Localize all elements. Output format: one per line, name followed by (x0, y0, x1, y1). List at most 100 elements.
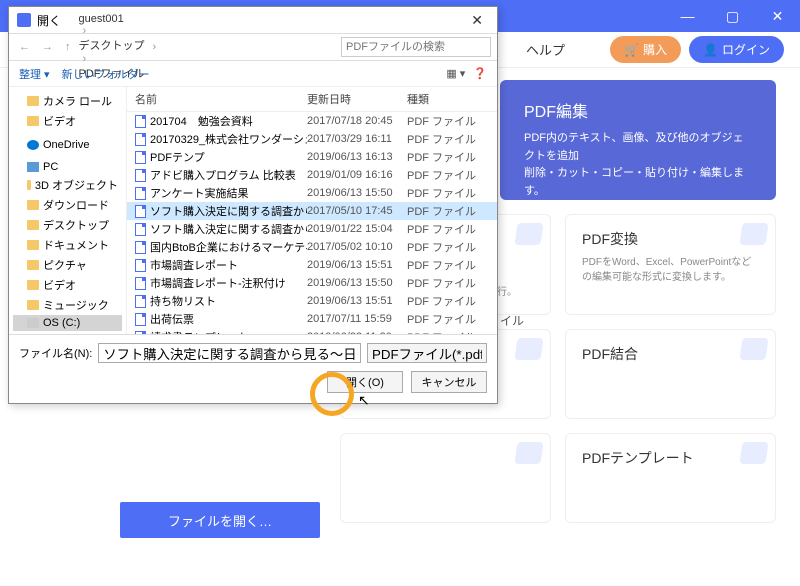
col-type[interactable]: 種類 (407, 91, 497, 107)
pdf-file-icon (135, 187, 146, 200)
feature-card[interactable]: PDFテンプレート (565, 433, 776, 523)
pdf-file-icon (135, 241, 146, 254)
close-button[interactable]: ✕ (755, 0, 800, 32)
feature-card[interactable]: PDF結合 (565, 329, 776, 419)
folder-icon (27, 116, 39, 126)
buy-button[interactable]: 🛒購入 (610, 36, 681, 63)
filename-label: ファイル名(N): (19, 345, 92, 361)
breadcrumb[interactable]: デスクトップ (79, 37, 145, 53)
tree-label: ダウンロード (43, 197, 109, 213)
pdf-file-icon (135, 151, 146, 164)
file-row[interactable]: 持ち物リスト 2019/06/13 15:51 PDF ファイル (127, 292, 497, 310)
file-row[interactable]: ソフト購入決定に関する調査から見る～… 2019/01/22 15:04 PDF… (127, 220, 497, 238)
file-type: PDF ファイル (407, 293, 497, 309)
address-bar[interactable]: ← → ↑ guest001›デスクトップ›PDFファイル › (9, 33, 497, 61)
breadcrumb[interactable]: guest001 (79, 13, 145, 25)
file-name: 201704 勉強会資料 (150, 113, 253, 129)
tree-item[interactable]: ビデオ (13, 111, 122, 131)
file-date: 2019/01/09 16:16 (307, 169, 407, 181)
file-date: 2019/06/13 16:13 (307, 151, 407, 163)
open-button[interactable]: 開く(O) (327, 371, 403, 393)
card-title: PDF結合 (582, 344, 759, 364)
hero-desc2: 削除・カット・コピー・貼り付け・編集します。 (524, 165, 752, 200)
file-name: 国内BtoB企業におけるマーケティング活… (150, 239, 307, 255)
file-type: PDF ファイル (407, 149, 497, 165)
tree-label: OneDrive (43, 139, 89, 151)
file-name: アドビ購入プログラム 比較表 (150, 167, 296, 183)
tree-item[interactable]: ダウンロード (13, 195, 122, 215)
file-type: PDF ファイル (407, 113, 497, 129)
card-icon (739, 338, 768, 360)
file-row[interactable]: 201704 勉強会資料 2017/07/18 20:45 PDF ファイル (127, 112, 497, 130)
file-date: 2019/06/13 15:50 (307, 187, 407, 199)
col-name[interactable]: 名前 (127, 91, 307, 107)
login-button[interactable]: 👤ログイン (689, 36, 784, 63)
organize-menu[interactable]: 整理 ▾ (19, 66, 50, 82)
tree-item[interactable]: ドキュメント (13, 235, 122, 255)
card-icon (739, 442, 768, 464)
new-folder-button[interactable]: 新しいフォルダー (62, 66, 150, 82)
nav-tree[interactable]: カメラ ロール ビデオ OneDrive PC 3D オブジェクト ダウンロード… (9, 87, 127, 334)
tree-item[interactable]: OneDrive (13, 137, 122, 153)
app-icon (17, 13, 31, 27)
hero-panel: PDF編集 PDF内のテキスト、画像、及び他のオブジェクトを追加 削除・カット・… (500, 80, 776, 200)
tree-item[interactable]: 3D オブジェクト (13, 175, 122, 195)
card-desc: PDFをWord、Excel、PowerPointなどの編集可能な形式に変換しま… (582, 255, 759, 285)
file-row[interactable]: PDFテンプ 2019/06/13 16:13 PDF ファイル (127, 148, 497, 166)
file-row[interactable]: 市場調査レポート-注釈付け 2019/06/13 15:50 PDF ファイル (127, 274, 497, 292)
file-row[interactable]: 20170329_株式会社ワンダーシェアーソ… 2017/03/29 16:11… (127, 130, 497, 148)
file-name: 出荷伝票 (150, 311, 194, 327)
help-menu[interactable]: ヘルプ (526, 40, 565, 59)
forward-icon[interactable]: → (38, 41, 57, 53)
file-row[interactable]: 国内BtoB企業におけるマーケティング活… 2017/05/02 10:10 P… (127, 238, 497, 256)
filetype-select[interactable] (367, 343, 487, 363)
tree-item[interactable]: ピクチャ (13, 255, 122, 275)
tree-label: OS (C:) (43, 317, 80, 329)
tree-item[interactable]: ミュージック (13, 295, 122, 315)
file-type: PDF ファイル (407, 203, 497, 219)
card-icon (514, 442, 543, 464)
file-row[interactable]: アドビ購入プログラム 比較表 2019/01/09 16:16 PDF ファイル (127, 166, 497, 184)
tree-item[interactable]: OS (C:) (13, 315, 122, 331)
pdf-file-icon (135, 313, 146, 326)
file-type: PDF ファイル (407, 185, 497, 201)
tree-item[interactable]: デスクトップ (13, 215, 122, 235)
file-open-dialog: 開く ✕ ← → ↑ guest001›デスクトップ›PDFファイル › 整理 … (8, 6, 498, 404)
feature-card[interactable] (340, 433, 551, 523)
file-row[interactable]: ソフト購入決定に関する調査から見る～… 2017/05/10 17:45 PDF… (127, 202, 497, 220)
file-name: アンケート実施結果 (150, 185, 249, 201)
up-icon[interactable]: ↑ (61, 41, 75, 53)
card-icon (739, 223, 768, 245)
pdf-file-icon (135, 259, 146, 272)
view-menu[interactable]: ▦ ▾ (446, 67, 465, 80)
file-row[interactable]: 出荷伝票 2017/07/11 15:59 PDF ファイル (127, 310, 497, 328)
back-icon[interactable]: ← (15, 41, 34, 53)
dialog-close-button[interactable]: ✕ (465, 12, 489, 29)
tree-label: PC (43, 161, 58, 173)
open-file-button[interactable]: ファイルを開く… (120, 502, 320, 538)
search-input[interactable] (341, 37, 491, 57)
tree-item[interactable]: カメラ ロール (13, 91, 122, 111)
pc-icon (27, 162, 39, 172)
maximize-button[interactable]: ▢ (710, 0, 755, 32)
file-list[interactable]: 名前 更新日時 種類 201704 勉強会資料 2017/07/18 20:45… (127, 87, 497, 334)
minimize-button[interactable]: — (665, 0, 710, 32)
tree-item[interactable]: PC (13, 159, 122, 175)
file-row[interactable]: 市場調査レポート 2019/06/13 15:51 PDF ファイル (127, 256, 497, 274)
help-icon[interactable]: ❓ (473, 67, 487, 80)
cancel-button[interactable]: キャンセル (411, 371, 487, 393)
filename-input[interactable] (98, 343, 361, 363)
col-date[interactable]: 更新日時 (307, 91, 407, 107)
column-headers[interactable]: 名前 更新日時 種類 (127, 87, 497, 112)
file-name: PDFテンプ (150, 149, 205, 165)
file-name: 市場調査レポート (150, 257, 238, 273)
file-date: 2019/06/13 15:51 (307, 259, 407, 271)
tree-item[interactable]: ビデオ (13, 275, 122, 295)
pdf-file-icon (135, 133, 146, 146)
folder-icon (27, 220, 39, 230)
folder-icon (27, 300, 39, 310)
file-date: 2017/05/10 17:45 (307, 205, 407, 217)
file-row[interactable]: アンケート実施結果 2019/06/13 15:50 PDF ファイル (127, 184, 497, 202)
feature-card[interactable]: PDF変換 PDFをWord、Excel、PowerPointなどの編集可能な形… (565, 214, 776, 315)
folder-icon (27, 180, 31, 190)
